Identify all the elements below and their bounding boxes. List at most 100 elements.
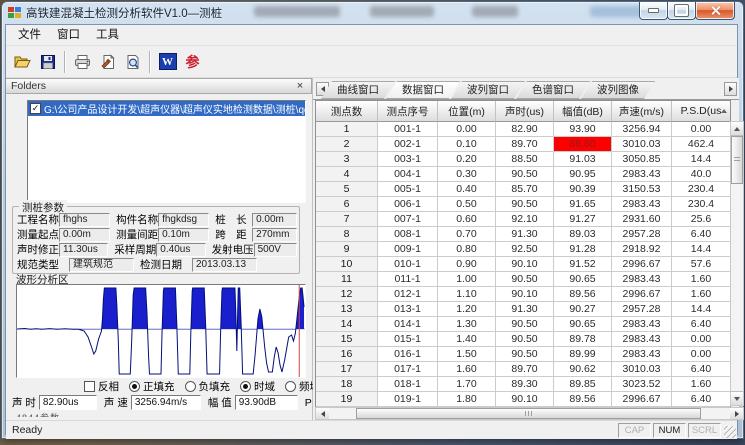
scroll-right-button[interactable] (730, 408, 743, 419)
table-row[interactable]: 5005-10.4085.7090.393150.53230.4 (316, 182, 730, 197)
parameters-icon: 参 (186, 52, 200, 72)
data-cell: 1.60 (672, 287, 730, 302)
readout-value[interactable]: 3256.94m/s (131, 395, 201, 410)
data-cell: 462.4 (672, 137, 730, 152)
minimize-button[interactable] (639, 2, 668, 20)
data-cell: 2931.60 (612, 212, 672, 227)
save-button[interactable] (35, 50, 60, 74)
readout-value[interactable]: 93.90dB (235, 395, 298, 410)
readout-label: 幅 值 (208, 395, 232, 410)
radio-负填充[interactable]: 负填充 (185, 379, 231, 394)
table-row[interactable]: 12012-11.1090.1089.562996.671.60 (316, 287, 730, 302)
data-cell: 012-1 (378, 287, 438, 302)
print-preview-button[interactable] (120, 50, 145, 74)
data-cell: 3150.53 (612, 182, 672, 197)
table-row[interactable]: 6006-10.5090.5091.652983.43230.4 (316, 197, 730, 212)
data-cell: 0.20 (438, 152, 496, 167)
radio-时域[interactable]: 时域 (240, 379, 275, 394)
table-row[interactable]: 7007-10.6092.1091.272931.6025.6 (316, 212, 730, 227)
redaction-smudge (590, 6, 642, 17)
file-list[interactable]: ✓ G:\公司产品设计开发\超声仪器\超声仪实地检测数据\测桩\qd\qd03\… (27, 100, 306, 203)
data-cell: 1.70 (438, 377, 496, 392)
table-row[interactable]: 9009-10.8092.5091.282918.9214.4 (316, 242, 730, 257)
open-file-button[interactable] (10, 50, 35, 74)
column-header[interactable]: 测点序号 (378, 101, 438, 122)
table-row[interactable]: 11011-11.0090.5090.652983.431.60 (316, 272, 730, 287)
column-header[interactable]: P.S.D(us (672, 101, 730, 122)
menu-item[interactable]: 文件 (10, 26, 49, 45)
export-report-button[interactable] (95, 50, 120, 74)
table-row[interactable]: 15015-11.4090.5089.782983.430.00 (316, 332, 730, 347)
radio-正填充[interactable]: 正填充 (129, 379, 175, 394)
scroll-down-button[interactable] (731, 391, 743, 405)
horizontal-scroll-thumb[interactable] (356, 408, 701, 419)
param-label: 桩 长 (215, 212, 252, 227)
readout-value[interactable]: 82.90us (39, 395, 97, 410)
table-row[interactable]: 2002-10.1089.7086.803010.03462.4 (316, 137, 730, 152)
right-triangle-icon (735, 411, 739, 417)
data-cell: 230.4 (672, 182, 730, 197)
data-cell: 011-1 (378, 272, 438, 287)
table-row[interactable]: 16016-11.5090.5089.992983.430.00 (316, 347, 730, 362)
scroll-up-button[interactable] (731, 122, 743, 136)
data-cell: 2957.28 (612, 227, 672, 242)
table-row[interactable]: 17017-11.6089.7090.623010.036.40 (316, 362, 730, 377)
tab-scroll-right-button[interactable] (724, 82, 737, 96)
horizontal-scrollbar[interactable] (315, 407, 744, 420)
column-header[interactable]: 测点数 (316, 101, 378, 122)
radio-icon (185, 381, 196, 392)
table-row[interactable]: 1001-10.0082.9093.903256.940.00 (316, 122, 730, 137)
column-header[interactable]: 声速(m/s) (612, 101, 672, 122)
vertical-scroll-thumb[interactable] (731, 136, 743, 184)
tab-数据窗口[interactable]: 数据窗口 (386, 81, 460, 99)
table-row[interactable]: 10010-10.9090.1091.522996.6757.6 (316, 257, 730, 272)
table-row[interactable]: 14014-11.3090.5090.652983.436.40 (316, 317, 730, 332)
row-number-cell: 1 (316, 122, 378, 137)
resize-grip-icon[interactable] (724, 426, 736, 438)
scroll-left-button[interactable] (316, 408, 329, 419)
table-row[interactable]: 13013-11.2091.3090.272957.2814.4 (316, 302, 730, 317)
menu-item[interactable]: 工具 (88, 26, 127, 45)
data-cell: 1.60 (672, 272, 730, 287)
column-header[interactable]: 声时(us) (496, 101, 554, 122)
toolbar-separator (64, 51, 66, 73)
data-cell: 88.50 (496, 152, 554, 167)
data-cell: 91.65 (554, 197, 612, 212)
data-cell: 1.60 (672, 377, 730, 392)
table-row[interactable]: 19019-11.8090.1089.562996.676.40 (316, 392, 730, 407)
param-field: 270mm (252, 228, 297, 242)
tab-波列图像[interactable]: 波列图像 (581, 81, 655, 99)
file-checkbox[interactable]: ✓ (30, 103, 41, 114)
tab-波列窗口[interactable]: 波列窗口 (451, 81, 525, 99)
param-field: fhghs (59, 213, 110, 227)
param-row: 规范类型建筑规范检测日期2013.03.13 (17, 257, 297, 272)
menu-item[interactable]: 窗口 (49, 26, 88, 45)
print-button[interactable] (70, 50, 95, 74)
waveform-area[interactable] (16, 284, 306, 378)
data-cell: 90.10 (496, 287, 554, 302)
word-report-button[interactable]: W (155, 50, 180, 74)
folders-close-button[interactable]: × (294, 80, 306, 92)
param-row: 工程名称fhghs构件名称fhgkdsg桩 长0.00m (17, 212, 297, 227)
radio-icon (285, 381, 296, 392)
table-row[interactable]: 3003-10.2088.5091.033050.8514.4 (316, 152, 730, 167)
table-row[interactable]: 4004-10.3090.5090.952983.4340.0 (316, 167, 730, 182)
table-row[interactable]: 8008-10.7091.3089.032957.286.40 (316, 227, 730, 242)
maximize-button[interactable] (667, 2, 696, 20)
folders-panel: Folders × ✓ G:\公司产品设计开发\超声仪器\超声仪实地检测数据\测… (6, 78, 313, 420)
close-button[interactable] (695, 2, 735, 20)
file-list-item[interactable]: ✓ G:\公司产品设计开发\超声仪器\超声仪实地检测数据\测桩\qd\qd03\… (28, 101, 305, 116)
tab-曲线窗口[interactable]: 曲线窗口 (321, 81, 395, 99)
data-cell: 2918.92 (612, 242, 672, 257)
invert-checkbox[interactable]: 反相 (84, 379, 119, 394)
column-header[interactable]: 位置(m) (438, 101, 496, 122)
param-label: 测量起点 (17, 227, 59, 242)
vertical-scrollbar[interactable] (730, 121, 744, 406)
parameters-button[interactable]: 参 (180, 50, 205, 74)
close-icon (710, 5, 721, 16)
tab-色谱窗口[interactable]: 色谱窗口 (516, 81, 590, 99)
column-header[interactable]: 幅值(dB) (554, 101, 612, 122)
data-cell: 90.10 (496, 392, 554, 407)
table-row[interactable]: 18018-11.7089.3089.853023.521.60 (316, 377, 730, 392)
data-cell: 0.50 (438, 197, 496, 212)
